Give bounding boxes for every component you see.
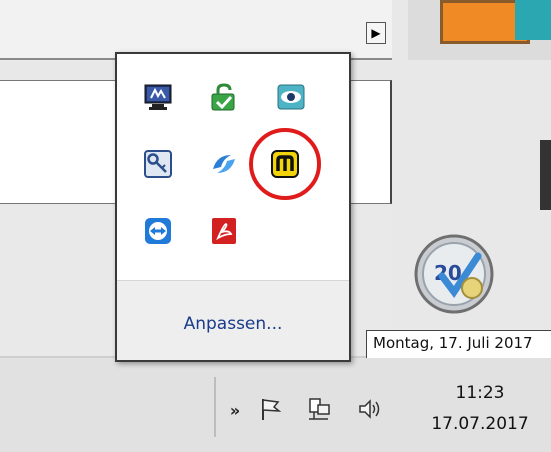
show-hidden-icons-button[interactable]: » <box>224 396 246 426</box>
eye-app-icon[interactable] <box>276 82 306 112</box>
acrobat-icon[interactable] <box>209 216 239 246</box>
highlight-circle <box>249 128 321 200</box>
green-security-icon[interactable] <box>209 82 239 112</box>
monitor-app-icon[interactable] <box>143 82 173 112</box>
right-dark-edge <box>540 140 551 210</box>
clock-time[interactable]: 11:23 <box>420 383 540 403</box>
clock-date[interactable]: 17.07.2017 <box>410 414 550 434</box>
customize-link[interactable]: Anpassen... <box>117 314 349 334</box>
background-window-toolbar <box>0 0 392 58</box>
blue-swirl-icon[interactable] <box>209 149 239 179</box>
calendar-2013-icon[interactable]: 20 <box>412 232 496 316</box>
teamviewer-icon[interactable] <box>143 216 173 246</box>
network-icon[interactable] <box>306 396 332 422</box>
teal-thumbnail-icon[interactable] <box>515 0 551 40</box>
speaker-icon[interactable] <box>357 396 383 422</box>
date-display-field[interactable]: Montag, 17. Juli 2017 <box>366 330 551 360</box>
flag-icon[interactable] <box>258 396 284 422</box>
key-app-icon[interactable] <box>143 149 173 179</box>
scroll-right-button[interactable]: ▶ <box>366 22 386 44</box>
taskbar-separator <box>214 377 216 437</box>
